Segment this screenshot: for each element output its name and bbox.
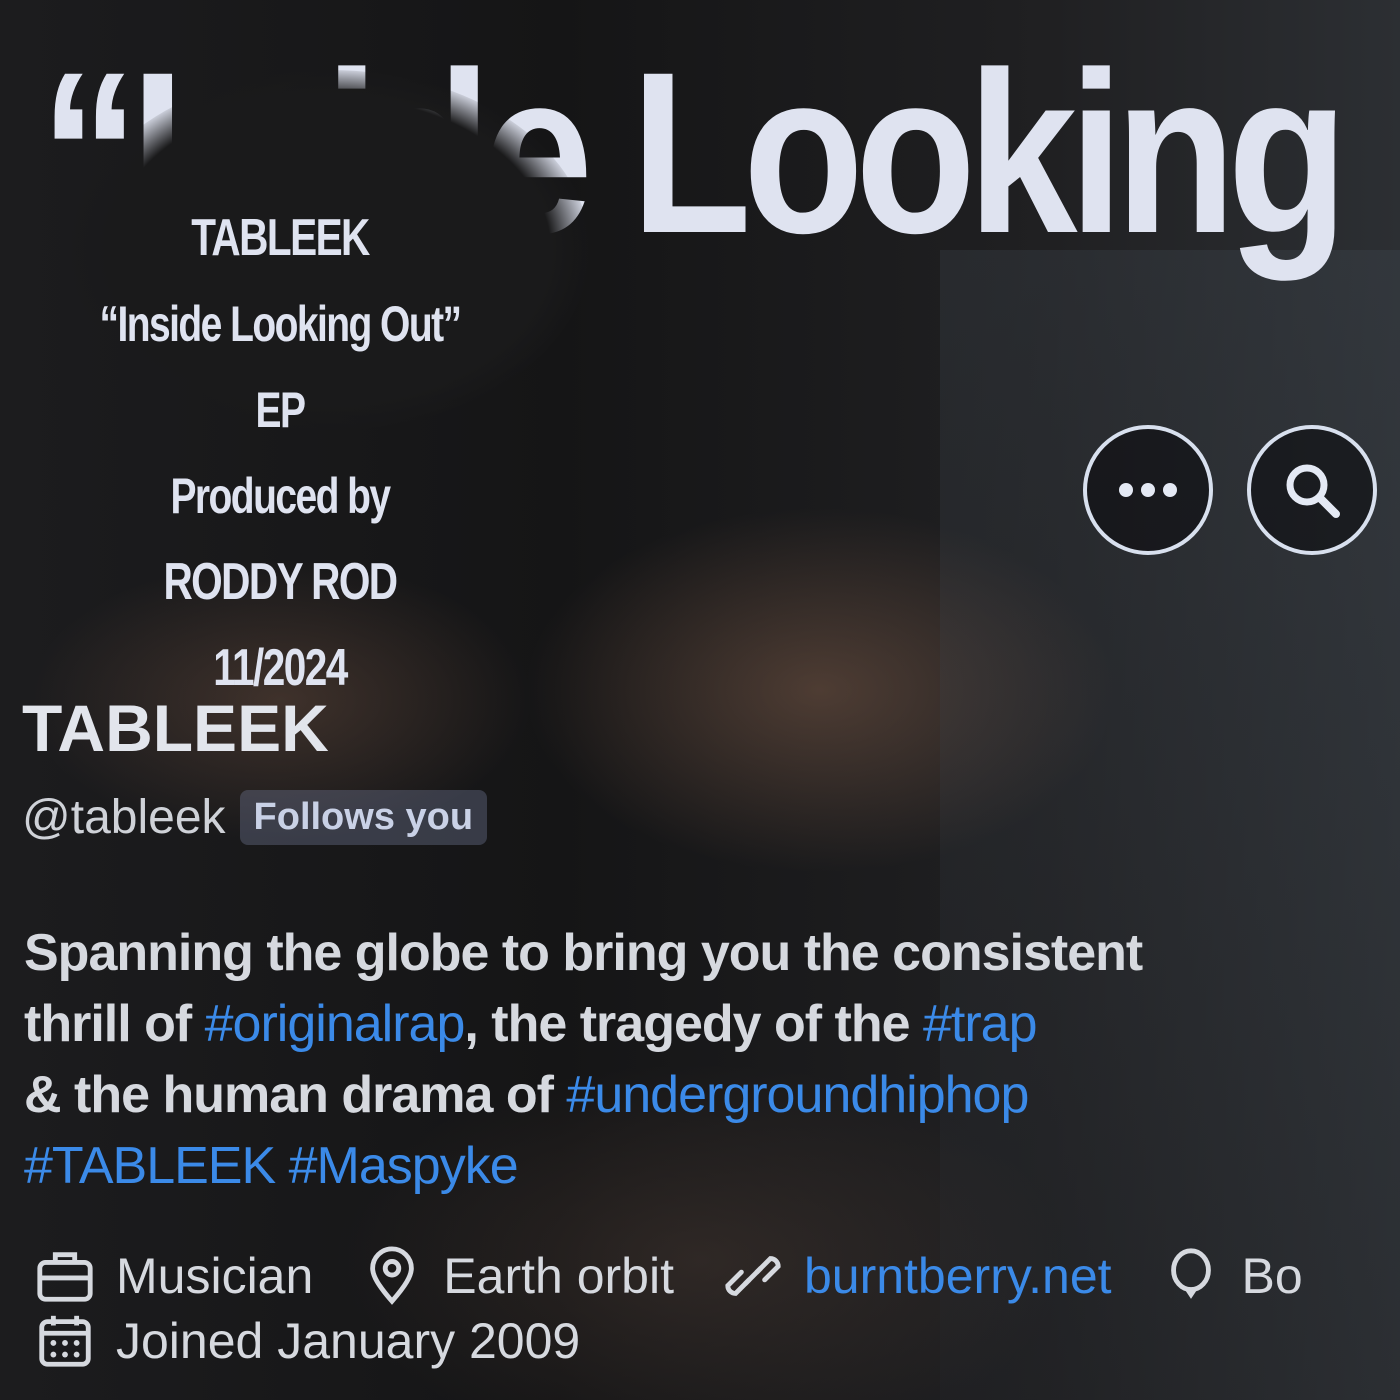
bio-text: thrill of: [24, 995, 205, 1053]
website-link[interactable]: burntberry.net: [804, 1247, 1112, 1305]
ep-info: TABLEEK “Inside Looking Out” EP Produced…: [30, 195, 530, 711]
more-horizontal-icon: [1119, 483, 1177, 497]
profile-handle: @tableek: [22, 791, 226, 844]
location-pin-icon: [370, 1246, 415, 1305]
meta-location-label: Earth orbit: [443, 1248, 674, 1304]
meta-website[interactable]: burntberry.net: [722, 1245, 1112, 1307]
ep-artist: TABLEEK: [191, 209, 370, 267]
briefcase-icon: [37, 1252, 93, 1302]
bio-line-1: Spanning the globe to bring you the cons…: [24, 924, 1143, 982]
meta-joined: Joined January 2009: [34, 1310, 580, 1372]
bio-line-3: & the human drama of #undergroundhiphop: [24, 1060, 1384, 1131]
meta-birthday: Bo: [1160, 1245, 1303, 1307]
hashtag-trap[interactable]: #trap: [923, 995, 1038, 1053]
link-icon: [725, 1256, 781, 1296]
ep-produced-by: Produced by: [170, 468, 391, 524]
ep-producer: RODDY ROD: [163, 553, 398, 611]
search-button[interactable]: [1247, 425, 1377, 555]
more-options-button[interactable]: [1083, 425, 1213, 555]
ep-title: “Inside Looking Out” EP: [99, 296, 463, 438]
handle-row: @tableek Follows you: [22, 790, 488, 845]
hashtag-maspyke[interactable]: #Maspyke: [289, 1137, 519, 1195]
profile-bio: Spanning the globe to bring you the cons…: [24, 918, 1384, 1202]
calendar-icon: [39, 1315, 91, 1367]
meta-category-label: Musician: [116, 1248, 314, 1304]
bio-text: , the tragedy of the: [464, 995, 923, 1053]
hashtag-tableek[interactable]: #TABLEEK: [24, 1137, 276, 1195]
meta-birthday-label: Bo: [1241, 1248, 1303, 1304]
follows-you-badge: Follows you: [239, 790, 488, 845]
meta-joined-label: Joined January 2009: [116, 1313, 581, 1369]
search-icon: [1286, 464, 1340, 518]
profile-display-name: TABLEEK: [22, 691, 329, 765]
profile-meta-row-2: Joined January 2009: [34, 1310, 580, 1372]
bio-text: & the human drama of: [24, 1066, 567, 1124]
balloon-icon: [1170, 1248, 1211, 1299]
bio-line-4: #TABLEEK #Maspyke: [24, 1131, 1384, 1202]
bio-line-2: thrill of #originalrap, the tragedy of t…: [24, 989, 1384, 1060]
hashtag-undergroundhiphop[interactable]: #undergroundhiphop: [566, 1066, 1029, 1124]
meta-category: Musician: [34, 1245, 313, 1307]
hashtag-originalrap[interactable]: #originalrap: [205, 995, 466, 1053]
screen: “I side Looking TABLEEK “Inside Looking …: [0, 0, 1400, 1400]
meta-location: Earth orbit: [361, 1245, 674, 1307]
profile-meta-row: Musician Earth orbit burntberry.net Bo: [34, 1245, 1303, 1307]
